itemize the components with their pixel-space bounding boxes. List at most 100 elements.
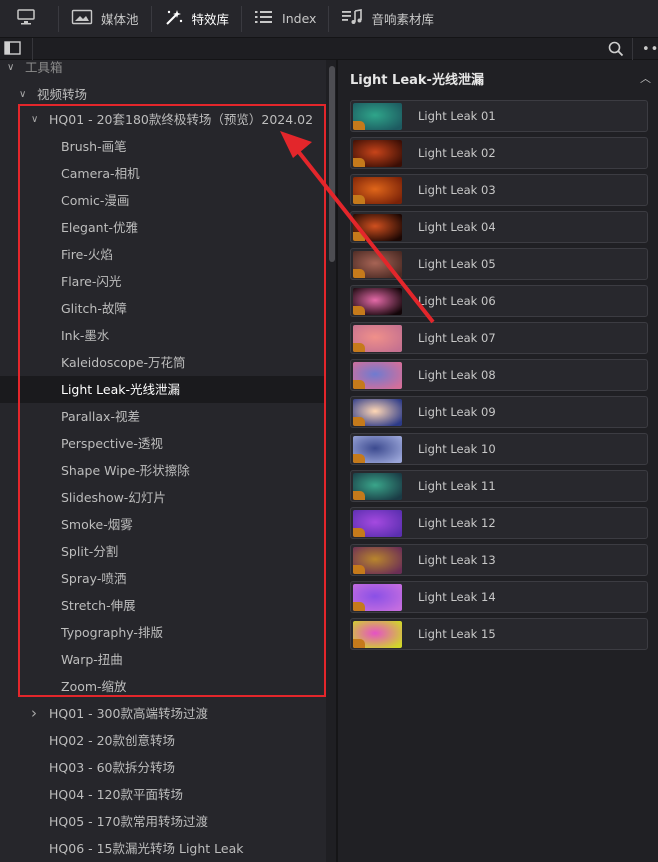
tree-item-label: Parallax-视差 bbox=[61, 409, 140, 424]
fusion-badge-icon bbox=[353, 528, 365, 537]
effect-item[interactable]: Light Leak 14 bbox=[350, 581, 648, 613]
fusion-badge-icon bbox=[353, 121, 365, 130]
effect-thumbnail bbox=[353, 251, 402, 278]
tree-item-toolbox[interactable]: ∨ 工具箱 bbox=[0, 60, 326, 81]
tree-item-category[interactable]: Parallax-视差 bbox=[0, 403, 326, 430]
tree-item-category[interactable]: Spray-喷洒 bbox=[0, 565, 326, 592]
tree-item-category[interactable]: Shape Wipe-形状擦除 bbox=[0, 457, 326, 484]
tree-item-group[interactable]: HQ04 - 120款平面转场 bbox=[0, 781, 326, 808]
toolbar-effects-button[interactable]: 特效库 bbox=[152, 0, 242, 38]
sound-library-icon bbox=[341, 9, 371, 28]
effect-item[interactable]: Light Leak 05 bbox=[350, 248, 648, 280]
effect-item[interactable]: Light Leak 12 bbox=[350, 507, 648, 539]
effect-item[interactable]: Light Leak 03 bbox=[350, 174, 648, 206]
tree-item-group[interactable]: HQ06 - 15款漏光转场 Light Leak bbox=[0, 835, 326, 862]
fusion-badge-icon bbox=[353, 232, 365, 241]
tree-item-group[interactable]: HQ03 - 60款拆分转场 bbox=[0, 754, 326, 781]
fusion-badge-icon bbox=[353, 306, 365, 315]
tree-item-category[interactable]: Glitch-故障 bbox=[0, 295, 326, 322]
tree-item-category[interactable]: Typography-排版 bbox=[0, 619, 326, 646]
sidebar-toggle-icon[interactable] bbox=[4, 41, 22, 59]
tree-item-group[interactable]: › HQ01 - 300款高端转场过渡 bbox=[0, 700, 326, 727]
effect-label: Light Leak 03 bbox=[418, 183, 496, 197]
effect-item[interactable]: Light Leak 13 bbox=[350, 544, 648, 576]
effect-item[interactable]: Light Leak 06 bbox=[350, 285, 648, 317]
media-pool-icon bbox=[71, 9, 101, 28]
effect-thumbnail bbox=[353, 325, 402, 352]
effect-item[interactable]: Light Leak 04 bbox=[350, 211, 648, 243]
tree-item-label: Slideshow-幻灯片 bbox=[61, 490, 166, 505]
effects-tree: ∨ 工具箱 ∨ 视频转场 ∨ HQ01 - 20套180款终极转场（预览）202… bbox=[0, 60, 326, 862]
effect-thumbnail bbox=[353, 399, 402, 426]
tree-scrollbar-thumb[interactable] bbox=[329, 66, 335, 262]
effect-thumbnail bbox=[353, 436, 402, 463]
toolbar-label-effects: 特效库 bbox=[191, 12, 230, 27]
subbar-separator bbox=[32, 38, 33, 60]
toolbar-label-media-pool: 媒体池 bbox=[101, 12, 139, 27]
effect-item[interactable]: Light Leak 11 bbox=[350, 470, 648, 502]
fusion-badge-icon bbox=[353, 417, 365, 426]
more-options-icon[interactable]: •• bbox=[642, 42, 658, 57]
effect-thumbnail bbox=[353, 473, 402, 500]
effect-label: Light Leak 01 bbox=[418, 109, 496, 123]
tree-item-category[interactable]: Warp-扭曲 bbox=[0, 646, 326, 673]
tree-item-category[interactable]: Perspective-透视 bbox=[0, 430, 326, 457]
tree-item-category[interactable]: Slideshow-幻灯片 bbox=[0, 484, 326, 511]
effect-item[interactable]: Light Leak 01 bbox=[350, 100, 648, 132]
chevron-down-icon: ∨ bbox=[31, 114, 39, 125]
effect-item[interactable]: Light Leak 07 bbox=[350, 322, 648, 354]
effect-label: Light Leak 13 bbox=[418, 553, 496, 567]
toolbar-sound-library-button[interactable]: 音响素材库 bbox=[329, 0, 446, 38]
chevron-down-icon: ∨ bbox=[19, 89, 27, 100]
effect-thumbnail bbox=[353, 547, 402, 574]
tree-item-category[interactable]: Stretch-伸展 bbox=[0, 592, 326, 619]
tree-item-category[interactable]: Split-分割 bbox=[0, 538, 326, 565]
effect-item[interactable]: Light Leak 15 bbox=[350, 618, 648, 650]
toolbar-media-pool-button[interactable]: 媒体池 bbox=[59, 0, 151, 38]
effect-label: Light Leak 04 bbox=[418, 220, 496, 234]
tree-item-category[interactable]: Brush-画笔 bbox=[0, 133, 326, 160]
effect-item[interactable]: Light Leak 08 bbox=[350, 359, 648, 391]
effect-label: Light Leak 06 bbox=[418, 294, 496, 308]
tree-item-hq01-ultimate-transitions[interactable]: ∨ HQ01 - 20套180款终极转场（预览）2024.02 bbox=[0, 106, 326, 133]
toolbar-index-button[interactable]: Index bbox=[242, 0, 328, 38]
fusion-badge-icon bbox=[353, 380, 365, 389]
toolbar-monitor-button[interactable] bbox=[0, 0, 58, 38]
tree-item-category[interactable]: Flare-闪光 bbox=[0, 268, 326, 295]
effect-item[interactable]: Light Leak 10 bbox=[350, 433, 648, 465]
tree-item-category[interactable]: Fire-火焰 bbox=[0, 241, 326, 268]
search-icon[interactable] bbox=[607, 40, 625, 61]
tree-item-category[interactable]: Camera-相机 bbox=[0, 160, 326, 187]
effect-item[interactable]: Light Leak 02 bbox=[350, 137, 648, 169]
tree-item-category[interactable]: Zoom-缩放 bbox=[0, 673, 326, 700]
tree-item-label: Ink-墨水 bbox=[61, 328, 110, 343]
secondary-toolbar: •• bbox=[0, 38, 658, 60]
chevron-right-icon: › bbox=[31, 704, 37, 722]
effects-panel: Light Leak-光线泄漏 ︿ Light Leak 01 Light Lea… bbox=[338, 60, 658, 862]
fusion-badge-icon bbox=[353, 491, 365, 500]
tree-item-category[interactable]: Ink-墨水 bbox=[0, 322, 326, 349]
effect-label: Light Leak 09 bbox=[418, 405, 496, 419]
tree-item-category[interactable]: Comic-漫画 bbox=[0, 187, 326, 214]
tree-item-category[interactable]: Smoke-烟雾 bbox=[0, 511, 326, 538]
fusion-badge-icon bbox=[353, 343, 365, 352]
tree-item-label: HQ03 - 60款拆分转场 bbox=[49, 760, 176, 775]
tree-item-group[interactable]: HQ02 - 20款创意转场 bbox=[0, 727, 326, 754]
fusion-badge-icon bbox=[353, 195, 365, 204]
effect-item[interactable]: Light Leak 09 bbox=[350, 396, 648, 428]
effect-label: Light Leak 02 bbox=[418, 146, 496, 160]
chevron-up-icon[interactable]: ︿ bbox=[640, 70, 651, 86]
tree-item-category[interactable]: Light Leak-光线泄漏 bbox=[0, 376, 326, 403]
effect-label: Light Leak 08 bbox=[418, 368, 496, 382]
effects-panel-header: Light Leak-光线泄漏 ︿ bbox=[338, 60, 658, 94]
tree-item-category[interactable]: Kaleidoscope-万花筒 bbox=[0, 349, 326, 376]
tree-item-video-transitions[interactable]: ∨ 视频转场 bbox=[0, 81, 326, 108]
toolbar-label-sound-library: 音响素材库 bbox=[371, 12, 434, 27]
effect-label: Light Leak 05 bbox=[418, 257, 496, 271]
effect-thumbnail bbox=[353, 140, 402, 167]
tree-item-label: HQ06 - 15款漏光转场 Light Leak bbox=[49, 841, 244, 856]
tree-item-category[interactable]: Elegant-优雅 bbox=[0, 214, 326, 241]
tree-item-group[interactable]: HQ05 - 170款常用转场过渡 bbox=[0, 808, 326, 835]
tree-item-label: Warp-扭曲 bbox=[61, 652, 123, 667]
effect-thumbnail bbox=[353, 177, 402, 204]
